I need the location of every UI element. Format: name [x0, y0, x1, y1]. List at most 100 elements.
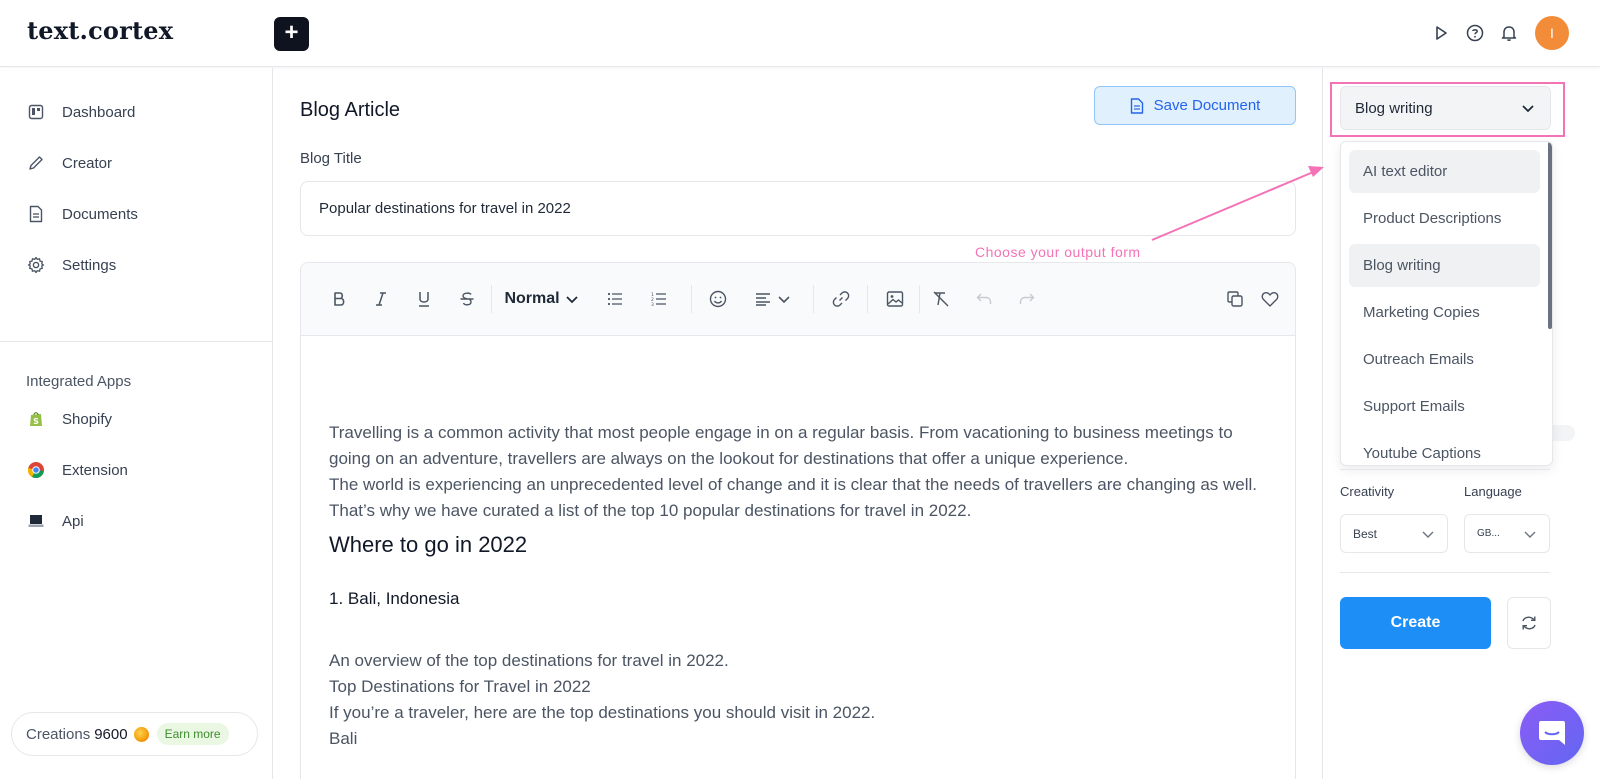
svg-text:S: S: [33, 417, 39, 426]
play-icon[interactable]: [1430, 22, 1452, 44]
avatar[interactable]: I: [1535, 16, 1569, 50]
toolbar-divider: [867, 285, 868, 313]
save-button-label: Save Document: [1153, 97, 1261, 114]
create-button[interactable]: Create: [1340, 597, 1491, 649]
heading-select[interactable]: Normal: [501, 287, 583, 311]
paragraph: Top Destinations for Travel in 2022: [329, 677, 591, 696]
paragraph: The world is experiencing an unprecedent…: [329, 475, 1258, 520]
bullet-list-icon[interactable]: [605, 287, 625, 311]
link-icon[interactable]: [831, 287, 851, 311]
rich-text-editor: Normal 123 Travelling is a common activi…: [300, 262, 1296, 779]
subheading: 1. Bali, Indonesia: [329, 589, 460, 608]
sidebar-item-label: Creator: [62, 154, 113, 172]
paragraph: An overview of the top destinations for …: [329, 651, 729, 670]
integrated-apps-heading: Integrated Apps: [26, 373, 132, 390]
chevron-down-icon: [565, 296, 578, 304]
sidebar-item-dashboard[interactable]: Dashboard: [26, 100, 135, 124]
chat-icon: [1539, 721, 1565, 745]
dropdown-option[interactable]: AI text editor: [1349, 150, 1540, 193]
top-bar: text.cortex + I: [0, 0, 1600, 67]
dropdown-option[interactable]: Support Emails: [1349, 385, 1540, 428]
dropdown-option[interactable]: Outreach Emails: [1349, 338, 1540, 381]
chrome-icon: [26, 460, 46, 480]
pencil-icon: [26, 153, 46, 173]
logo[interactable]: text.cortex: [27, 16, 173, 45]
paragraph: Travelling is a common activity that mos…: [329, 423, 1233, 468]
chat-support-button[interactable]: [1520, 701, 1584, 765]
document-icon: [1130, 97, 1144, 114]
heart-icon[interactable]: [1260, 287, 1280, 311]
dropdown-option[interactable]: Blog writing: [1349, 244, 1540, 287]
sidebar-item-api[interactable]: Api: [26, 509, 84, 533]
sidebar-item-documents[interactable]: Documents: [26, 202, 138, 226]
paragraph: If you’re a traveler, here are the top d…: [329, 703, 876, 722]
toolbar-divider: [491, 285, 492, 313]
earn-more-button[interactable]: Earn more: [156, 723, 229, 745]
editor-toolbar: Normal 123: [301, 263, 1295, 336]
creativity-select[interactable]: Best: [1340, 514, 1448, 553]
align-select[interactable]: [753, 287, 793, 311]
sidebar: Dashboard Creator Documents Settings Int…: [0, 68, 273, 779]
bell-icon[interactable]: [1498, 22, 1520, 44]
dropdown-scrollbar[interactable]: [1548, 142, 1552, 329]
italic-icon[interactable]: [371, 287, 391, 311]
sidebar-item-label: Settings: [62, 256, 117, 274]
credits-label: Creations: [26, 725, 91, 743]
emoji-icon[interactable]: [708, 287, 728, 311]
strikethrough-icon[interactable]: [457, 287, 477, 311]
refresh-button[interactable]: [1507, 597, 1551, 649]
sidebar-item-settings[interactable]: Settings: [26, 253, 116, 277]
sidebar-item-label: Shopify: [62, 410, 113, 428]
save-document-button[interactable]: Save Document: [1094, 86, 1296, 125]
terminal-icon: [26, 511, 46, 531]
sidebar-item-shopify[interactable]: S Shopify: [26, 407, 112, 431]
sidebar-divider: [0, 341, 273, 342]
align-icon: [756, 293, 770, 306]
highlight-box: [1330, 82, 1565, 137]
underline-icon[interactable]: [414, 287, 434, 311]
creativity-label: Creativity: [1340, 484, 1395, 499]
bold-icon[interactable]: [329, 287, 349, 311]
sidebar-item-label: Api: [62, 512, 84, 530]
creativity-value: Best: [1353, 526, 1378, 541]
copy-icon[interactable]: [1225, 287, 1245, 311]
refresh-icon: [1522, 616, 1536, 630]
panel-divider: [1340, 572, 1550, 573]
toolbar-divider: [813, 285, 814, 313]
language-label: Language: [1464, 484, 1522, 499]
dropdown-option[interactable]: Youtube Captions: [1349, 432, 1540, 465]
sidebar-item-label: Extension: [62, 461, 128, 479]
sidebar-item-creator[interactable]: Creator: [26, 151, 112, 175]
gear-icon: [26, 255, 46, 275]
svg-text:3: 3: [651, 302, 654, 306]
language-value: GB...: [1477, 528, 1500, 539]
dropdown-option[interactable]: Marketing Copies: [1349, 291, 1540, 334]
clear-format-icon[interactable]: [931, 287, 951, 311]
heading: Where to go in 2022: [329, 532, 528, 557]
document-icon: [26, 204, 46, 224]
numbered-list-icon[interactable]: 123: [649, 287, 669, 311]
sidebar-item-extension[interactable]: Extension: [26, 458, 128, 482]
sidebar-item-label: Dashboard: [62, 103, 136, 121]
chevron-down-icon: [1524, 531, 1536, 538]
new-document-button[interactable]: +: [274, 17, 309, 51]
credits-pill: Creations 9600 Earn more: [11, 712, 258, 756]
coin-icon: [133, 726, 149, 742]
page-title: Blog Article: [300, 99, 401, 121]
heading-select-value: Normal: [504, 290, 560, 307]
toolbar-divider: [919, 285, 920, 313]
chevron-down-icon: [1422, 531, 1434, 538]
sidebar-item-label: Documents: [62, 205, 138, 223]
toolbar-divider: [691, 285, 692, 313]
language-select[interactable]: GB...: [1464, 514, 1550, 553]
undo-icon[interactable]: [974, 287, 994, 311]
dropdown-option[interactable]: Product Descriptions: [1349, 197, 1540, 240]
paragraph: Bali: [329, 729, 358, 748]
panel-divider: [1340, 469, 1550, 470]
editor-content[interactable]: Travelling is a common activity that mos…: [301, 336, 1295, 752]
blog-title-input[interactable]: Popular destinations for travel in 2022: [300, 181, 1296, 236]
shopify-icon: S: [26, 409, 46, 429]
redo-icon[interactable]: [1017, 287, 1037, 311]
image-icon[interactable]: [885, 287, 905, 311]
help-icon[interactable]: [1464, 22, 1486, 44]
